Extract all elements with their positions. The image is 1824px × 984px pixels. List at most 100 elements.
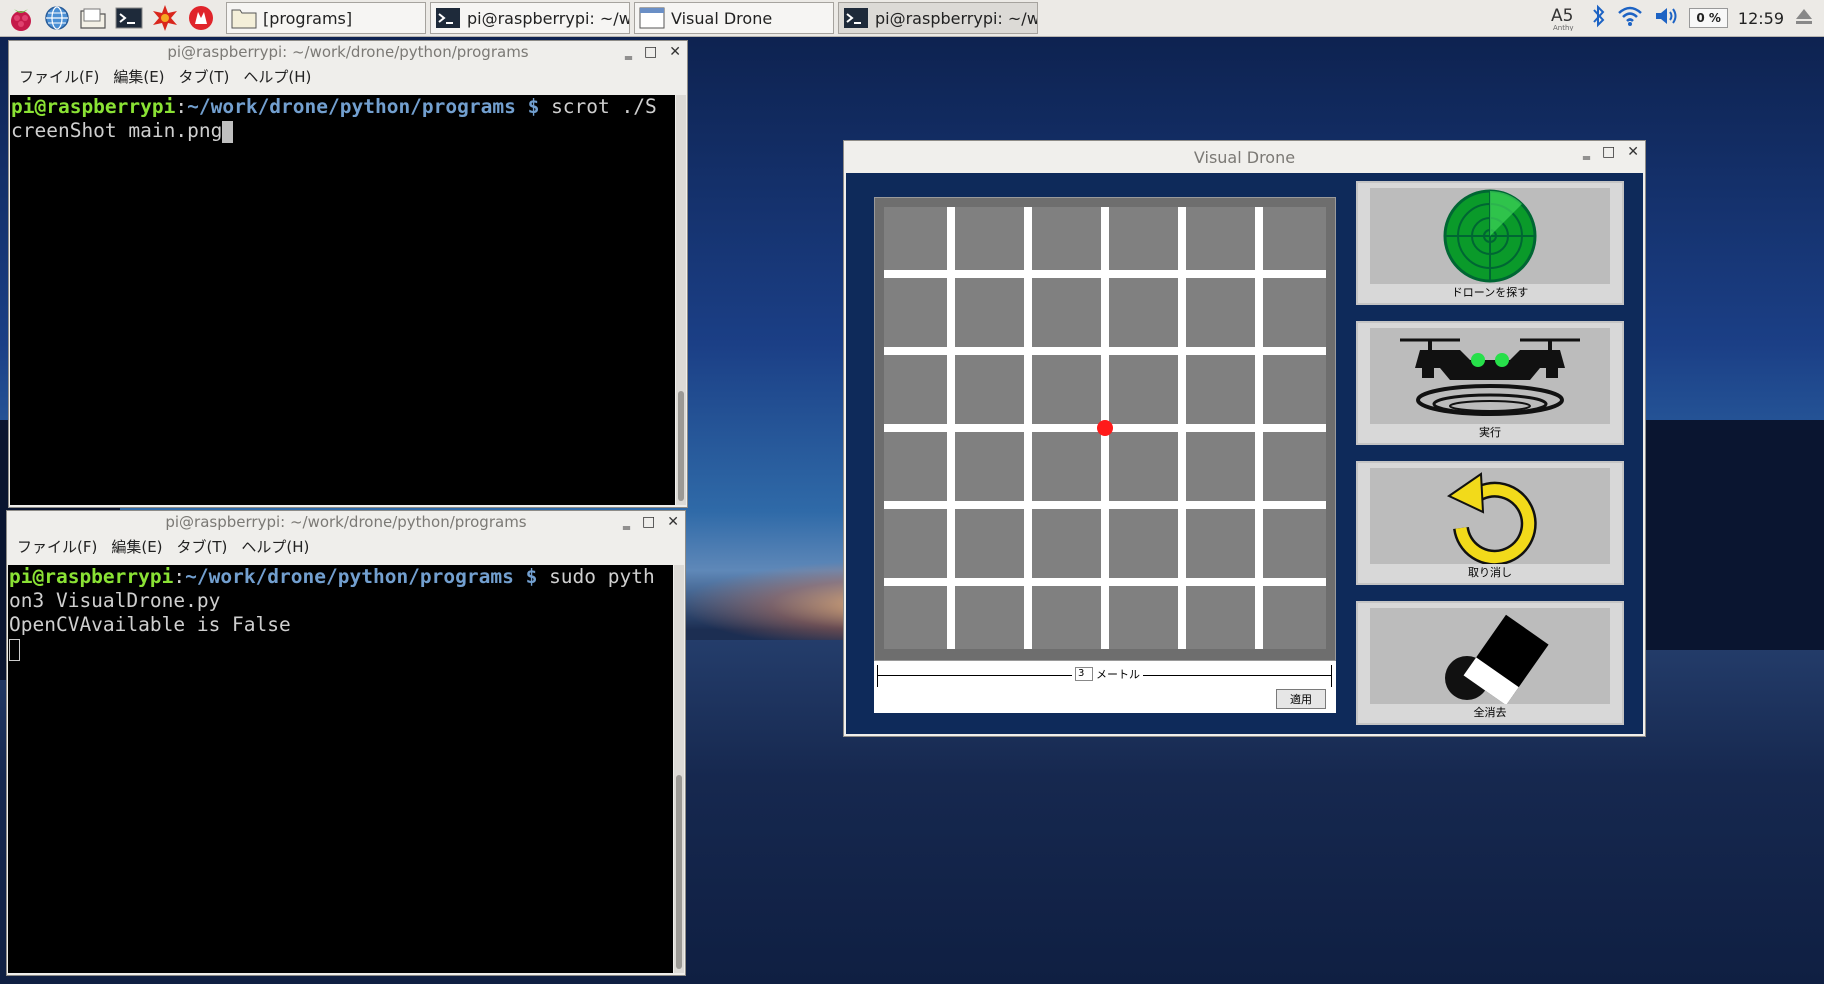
eraser-icon xyxy=(1370,608,1610,704)
execute-label: 実行 xyxy=(1479,426,1501,439)
command-text-cont: on3 VisualDrone.py xyxy=(9,589,221,612)
volume-icon[interactable] xyxy=(1653,5,1679,31)
mathematica-icon[interactable] xyxy=(150,3,180,33)
undo-button[interactable]: 取り消し xyxy=(1356,461,1624,585)
undo-label: 取り消し xyxy=(1468,566,1512,579)
svg-text:A5: A5 xyxy=(1551,6,1573,26)
clock[interactable]: 12:59 xyxy=(1738,9,1784,28)
clear-all-button[interactable]: 全消去 xyxy=(1356,601,1624,725)
terminal-icon[interactable] xyxy=(114,3,144,33)
close-icon[interactable]: ✕ xyxy=(667,514,679,530)
scale-unit: メートル xyxy=(1096,668,1140,681)
scale-tick-left xyxy=(877,665,878,687)
prompt-user: pi@raspberrypi xyxy=(9,565,174,588)
terminal-icon xyxy=(436,8,460,28)
flight-grid[interactable] xyxy=(884,207,1326,649)
task-button-terminal-1[interactable]: pi@raspberrypi: ~/w... xyxy=(430,2,630,34)
svg-text:Anthy: Anthy xyxy=(1553,24,1574,31)
output-line: OpenCVAvailable is False xyxy=(9,613,291,636)
maximize-icon[interactable]: □ xyxy=(642,514,655,530)
window-titlebar[interactable]: Visual Drone ‗ □ ✕ xyxy=(844,141,1645,173)
find-drone-label: ドローンを探す xyxy=(1451,286,1529,299)
task-label: Visual Drone xyxy=(671,8,773,28)
wolfram-icon[interactable] xyxy=(186,3,216,33)
bluetooth-icon[interactable] xyxy=(1591,4,1607,32)
terminal-window-bottom: pi@raspberrypi: ~/work/drone/python/prog… xyxy=(6,510,686,976)
command-text-cont: creenShot main.png xyxy=(11,119,223,142)
drone-icon xyxy=(1370,328,1610,424)
prompt-path: ~/work/drone/python/programs $ xyxy=(187,95,540,118)
task-button-terminal-2[interactable]: pi@raspberrypi: ~/w... xyxy=(838,2,1038,34)
window-titlebar[interactable]: pi@raspberrypi: ~/work/drone/python/prog… xyxy=(7,511,685,533)
wifi-icon[interactable] xyxy=(1617,5,1643,31)
task-button-programs[interactable]: [programs] xyxy=(226,2,426,34)
scrollbar-thumb[interactable] xyxy=(678,391,684,501)
close-icon[interactable]: ✕ xyxy=(1627,144,1639,160)
window-icon xyxy=(639,7,665,29)
minimize-icon[interactable]: ‗ xyxy=(1583,144,1590,160)
radar-icon xyxy=(1370,188,1610,284)
drone-position-marker xyxy=(1097,420,1113,436)
system-tray: A5 Anthy 0 % 12:59 xyxy=(1549,0,1824,36)
task-label: pi@raspberrypi: ~/w... xyxy=(875,8,1038,28)
task-label: pi@raspberrypi: ~/w... xyxy=(467,8,630,28)
maximize-icon[interactable]: □ xyxy=(1602,144,1615,160)
menu-edit[interactable]: 編集(E) xyxy=(111,536,162,557)
prompt-separator: : xyxy=(175,95,188,118)
menu-bar: ファイル(F) 編集(E) タブ(T) ヘルプ(H) xyxy=(9,63,687,89)
scale-tick-right xyxy=(1331,665,1332,687)
scrollbar-thumb[interactable] xyxy=(676,775,682,969)
find-drone-button[interactable]: ドローンを探す xyxy=(1356,181,1624,305)
keyboard-layout-icon[interactable]: A5 Anthy xyxy=(1549,1,1581,35)
terminal-screen[interactable]: pi@raspberrypi:~/work/drone/python/progr… xyxy=(10,95,675,505)
menu-tab[interactable]: タブ(T) xyxy=(177,536,228,557)
menu-file[interactable]: ファイル(F) xyxy=(17,536,97,557)
menu-file[interactable]: ファイル(F) xyxy=(19,66,99,87)
window-titlebar[interactable]: pi@raspberrypi: ~/work/drone/python/prog… xyxy=(9,41,687,63)
minimize-icon[interactable]: ‗ xyxy=(623,514,630,530)
scrollbar[interactable] xyxy=(676,95,686,505)
prompt-path: ~/work/drone/python/programs $ xyxy=(185,565,538,588)
window-title: pi@raspberrypi: ~/work/drone/python/prog… xyxy=(165,513,527,531)
file-manager-icon[interactable] xyxy=(78,3,108,33)
grid-line xyxy=(884,578,1326,586)
window-title: Visual Drone xyxy=(1193,147,1296,167)
clear-all-label: 全消去 xyxy=(1473,706,1507,719)
menu-help[interactable]: ヘルプ(H) xyxy=(241,536,309,557)
grid-line xyxy=(884,347,1326,355)
folder-icon xyxy=(231,9,257,29)
command-text: sudo pyth xyxy=(537,565,655,588)
scale-panel: 3 メートル 適用 xyxy=(874,661,1336,713)
eject-icon[interactable] xyxy=(1794,6,1814,30)
minimize-icon[interactable]: ‗ xyxy=(625,44,632,60)
close-icon[interactable]: ✕ xyxy=(669,44,681,60)
text-cursor xyxy=(222,120,234,143)
menu-help[interactable]: ヘルプ(H) xyxy=(243,66,311,87)
maximize-icon[interactable]: □ xyxy=(644,44,657,60)
visual-drone-body: 3 メートル 適用 ドローンを探す 実行 取り消し 全消去 xyxy=(846,173,1643,734)
scale-input[interactable]: 3 xyxy=(1075,667,1093,681)
visual-drone-window: Visual Drone ‗ □ ✕ 3 メートル 適用 ドローンを探す 実行 … xyxy=(843,140,1646,737)
grid-line xyxy=(884,270,1326,278)
menu-tab[interactable]: タブ(T) xyxy=(179,66,230,87)
execute-button[interactable]: 実行 xyxy=(1356,321,1624,445)
command-text: scrot ./S xyxy=(539,95,657,118)
apply-button[interactable]: 適用 xyxy=(1276,689,1326,709)
terminal-icon xyxy=(844,8,868,28)
task-button-visual-drone[interactable]: Visual Drone xyxy=(634,2,834,34)
terminal-screen[interactable]: pi@raspberrypi:~/work/drone/python/progr… xyxy=(8,565,673,973)
prompt-user: pi@raspberrypi xyxy=(11,95,176,118)
web-browser-icon[interactable] xyxy=(42,3,72,33)
scale-label: 3 メートル xyxy=(1072,666,1143,682)
flight-grid-panel xyxy=(874,197,1336,661)
menu-bar: ファイル(F) 編集(E) タブ(T) ヘルプ(H) xyxy=(7,533,685,559)
prompt-separator: : xyxy=(173,565,186,588)
raspberry-menu-icon[interactable] xyxy=(6,3,36,33)
taskbar: [programs] pi@raspberrypi: ~/w... Visual… xyxy=(0,0,1824,37)
menu-edit[interactable]: 編集(E) xyxy=(113,66,164,87)
window-title: pi@raspberrypi: ~/work/drone/python/prog… xyxy=(167,43,529,61)
text-cursor xyxy=(9,638,20,661)
undo-icon xyxy=(1370,468,1610,564)
task-label: [programs] xyxy=(263,8,353,28)
scrollbar[interactable] xyxy=(674,565,684,973)
